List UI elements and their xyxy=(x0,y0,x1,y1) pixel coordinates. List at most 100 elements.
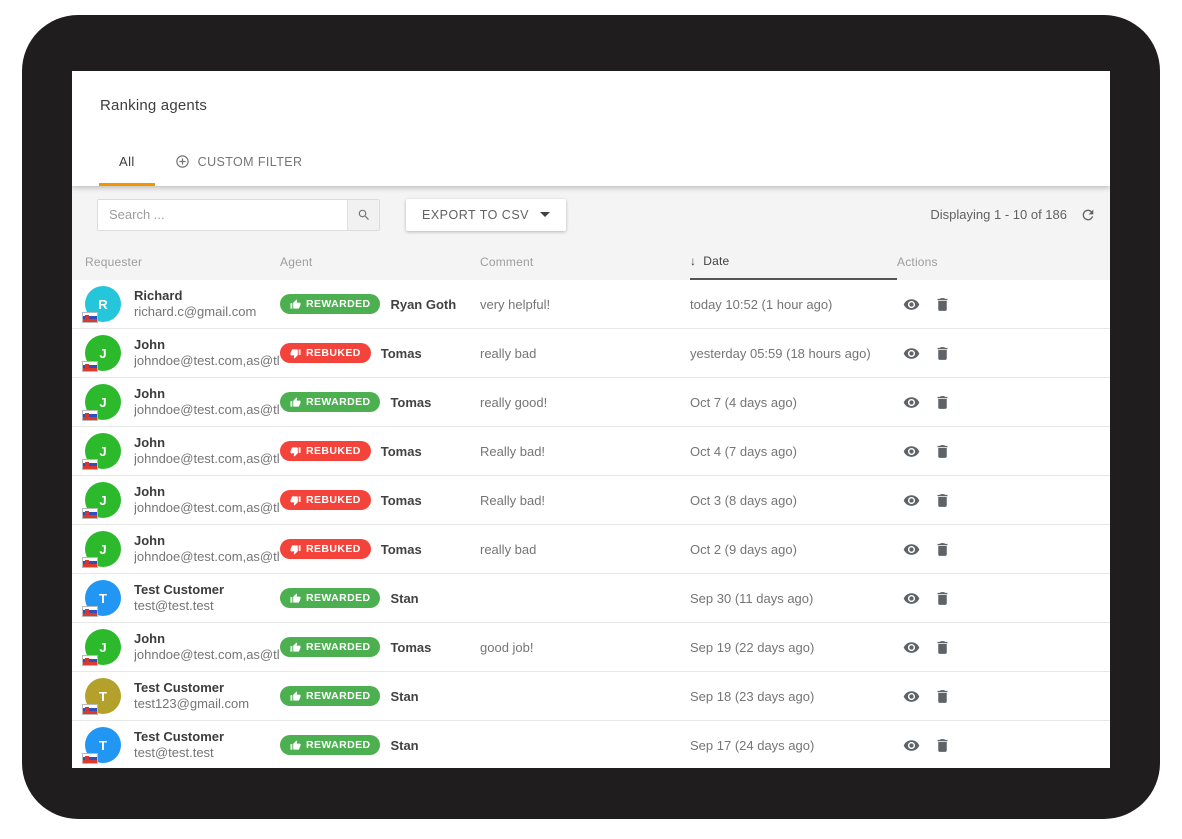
column-header-agent: Agent xyxy=(280,255,480,269)
eye-icon xyxy=(903,492,920,509)
avatar: J xyxy=(85,384,121,420)
view-button[interactable] xyxy=(903,296,920,313)
arrow-down-icon: ↓ xyxy=(690,254,696,268)
actions-cell xyxy=(897,737,1110,754)
trash-icon xyxy=(934,345,951,362)
status-badge-label: REWARDED xyxy=(306,298,370,310)
status-badge: REBUKED xyxy=(280,490,371,510)
slovakia-flag-icon xyxy=(82,606,98,617)
plus-circle-icon xyxy=(175,154,190,169)
requester-cell: J John johndoe@test.com,as@tl xyxy=(85,629,280,665)
delete-button[interactable] xyxy=(934,688,951,705)
agent-name: Stan xyxy=(390,689,418,704)
requester-cell: J John johndoe@test.com,as@tl xyxy=(85,433,280,469)
table-row: J John johndoe@test.com,as@tl REWARDED T… xyxy=(72,623,1110,672)
trash-icon xyxy=(934,541,951,558)
avatar: T xyxy=(85,678,121,714)
requester-email: test@test.test xyxy=(134,598,224,614)
search-button[interactable] xyxy=(347,200,379,230)
agent-name: Tomas xyxy=(390,640,431,655)
agent-name: Tomas xyxy=(381,493,422,508)
requester-cell: T Test Customer test@test.test xyxy=(85,580,280,616)
delete-button[interactable] xyxy=(934,296,951,313)
avatar: R xyxy=(85,286,121,322)
trash-icon xyxy=(934,590,951,607)
column-header-actions: Actions xyxy=(897,255,1110,269)
requester-cell: J John johndoe@test.com,as@tl xyxy=(85,384,280,420)
table-header: Requester Agent Comment ↓ Date Actions xyxy=(72,243,1110,280)
eye-icon xyxy=(903,688,920,705)
tab-custom-filter[interactable]: CUSTOM FILTER xyxy=(155,140,323,186)
slovakia-flag-icon xyxy=(82,459,98,470)
comment-cell: good job! xyxy=(480,640,690,655)
slovakia-flag-icon xyxy=(82,410,98,421)
eye-icon xyxy=(903,443,920,460)
export-csv-label: EXPORT TO CSV xyxy=(422,208,529,222)
requester-email: johndoe@test.com,as@tl xyxy=(134,500,280,516)
date-cell: yesterday 05:59 (18 hours ago) xyxy=(690,346,897,361)
delete-button[interactable] xyxy=(934,345,951,362)
actions-cell xyxy=(897,590,1110,607)
delete-button[interactable] xyxy=(934,541,951,558)
avatar-initial: T xyxy=(99,689,107,704)
view-button[interactable] xyxy=(903,688,920,705)
delete-button[interactable] xyxy=(934,639,951,656)
date-cell: Oct 2 (9 days ago) xyxy=(690,542,897,557)
status-badge: REWARDED xyxy=(280,588,380,608)
refresh-button[interactable] xyxy=(1080,207,1096,223)
refresh-icon xyxy=(1080,207,1096,223)
thumb-icon xyxy=(290,691,301,702)
avatar-initial: J xyxy=(99,395,106,410)
avatar-initial: R xyxy=(98,297,107,312)
thumb-icon xyxy=(290,299,301,310)
slovakia-flag-icon xyxy=(82,704,98,715)
requester-name: John xyxy=(134,337,280,353)
delete-button[interactable] xyxy=(934,443,951,460)
view-button[interactable] xyxy=(903,737,920,754)
view-button[interactable] xyxy=(903,345,920,362)
column-header-date[interactable]: ↓ Date xyxy=(690,243,897,280)
table-row: J John johndoe@test.com,as@tl REBUKED To… xyxy=(72,329,1110,378)
requester-cell: T Test Customer test@test.test xyxy=(85,727,280,763)
export-csv-button[interactable]: EXPORT TO CSV xyxy=(406,199,566,231)
avatar: J xyxy=(85,531,121,567)
search-box xyxy=(97,199,380,231)
view-button[interactable] xyxy=(903,541,920,558)
requester-email: johndoe@test.com,as@tl xyxy=(134,402,280,418)
agent-cell: REWARDED Stan xyxy=(280,588,480,608)
delete-button[interactable] xyxy=(934,590,951,607)
thumb-icon xyxy=(290,446,301,457)
agent-name: Tomas xyxy=(381,346,422,361)
pagination-status: Displaying 1 - 10 of 186 xyxy=(930,207,1067,222)
view-button[interactable] xyxy=(903,394,920,411)
date-cell: Oct 4 (7 days ago) xyxy=(690,444,897,459)
delete-button[interactable] xyxy=(934,737,951,754)
requester-cell: J John johndoe@test.com,as@tl xyxy=(85,335,280,371)
view-button[interactable] xyxy=(903,443,920,460)
slovakia-flag-icon xyxy=(82,508,98,519)
agent-cell: REWARDED Stan xyxy=(280,686,480,706)
avatar-initial: J xyxy=(99,640,106,655)
eye-icon xyxy=(903,345,920,362)
view-button[interactable] xyxy=(903,590,920,607)
trash-icon xyxy=(934,296,951,313)
slovakia-flag-icon xyxy=(82,312,98,323)
table-row: J John johndoe@test.com,as@tl REBUKED To… xyxy=(72,476,1110,525)
date-cell: Sep 30 (11 days ago) xyxy=(690,591,897,606)
tab-all[interactable]: All xyxy=(99,140,155,186)
status-badge: REBUKED xyxy=(280,441,371,461)
agent-cell: REWARDED Stan xyxy=(280,735,480,755)
delete-button[interactable] xyxy=(934,492,951,509)
comment-cell: Really bad! xyxy=(480,444,690,459)
date-cell: today 10:52 (1 hour ago) xyxy=(690,297,897,312)
eye-icon xyxy=(903,296,920,313)
status-badge-label: REBUKED xyxy=(306,494,361,506)
delete-button[interactable] xyxy=(934,394,951,411)
view-button[interactable] xyxy=(903,492,920,509)
date-cell: Oct 3 (8 days ago) xyxy=(690,493,897,508)
view-button[interactable] xyxy=(903,639,920,656)
avatar-initial: J xyxy=(99,444,106,459)
date-cell: Sep 18 (23 days ago) xyxy=(690,689,897,704)
date-cell: Sep 17 (24 days ago) xyxy=(690,738,897,753)
search-input[interactable] xyxy=(98,200,347,230)
